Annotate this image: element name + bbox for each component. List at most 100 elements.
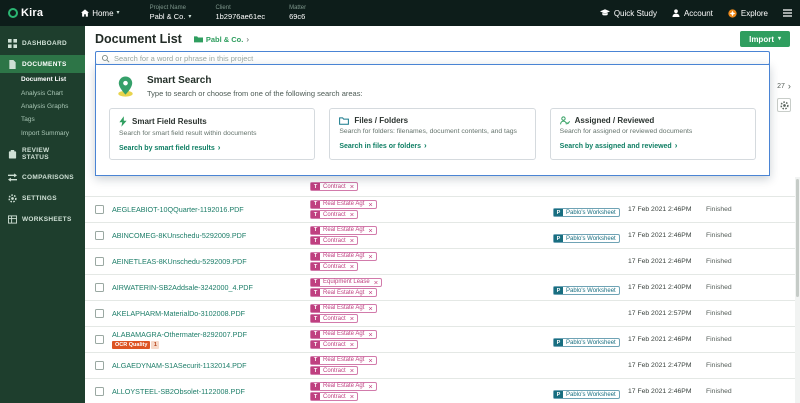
document-name-link[interactable]: AIRWATERIN-SB2Addsale-3242000_4.PDF: [112, 283, 310, 292]
files-folders-card[interactable]: Files / Folders Search for folders: file…: [329, 108, 535, 160]
chevron-down-icon: ▾: [188, 14, 191, 20]
tag-badge[interactable]: T Real Estate Agt ×: [310, 304, 377, 313]
tag-remove-icon[interactable]: ×: [350, 237, 354, 245]
tag-badge[interactable]: T Real Estate Agt ×: [310, 382, 377, 391]
sidebar-item-analysis-chart[interactable]: Analysis Chart: [0, 86, 85, 99]
tag-badge[interactable]: T Contract ×: [310, 392, 358, 401]
sidebar-item-documents[interactable]: DOCUMENTS: [0, 55, 85, 73]
tag-badge[interactable]: T Contract ×: [310, 182, 358, 191]
tag-badge[interactable]: T Real Estate Agt ×: [310, 226, 377, 235]
sidebar-item-dashboard[interactable]: DASHBOARD: [0, 34, 85, 52]
table-settings-button[interactable]: [777, 98, 791, 112]
tag-badge[interactable]: T Real Estate Agt ×: [310, 288, 377, 297]
search-by-smart-field-link[interactable]: Search by smart field results ›: [119, 144, 305, 152]
table-row: ABINCOMEG-8KUnschedu-5292009.PDF T Real …: [85, 223, 800, 249]
tag-remove-icon[interactable]: ×: [368, 201, 372, 209]
tag-remove-icon[interactable]: ×: [374, 279, 378, 287]
tag-badge[interactable]: T Contract ×: [310, 366, 358, 375]
tag-remove-icon[interactable]: ×: [350, 367, 354, 375]
tag-remove-icon[interactable]: ×: [368, 227, 372, 235]
search-by-assigned-link[interactable]: Search by assigned and reviewed ›: [560, 142, 746, 150]
sidebar-item-document-list[interactable]: Document List: [0, 73, 85, 86]
document-name-link[interactable]: ABINCOMEG-8KUnschedu-5292009.PDF: [112, 231, 310, 240]
ocr-quality-count: 1: [151, 341, 159, 349]
sidebar-item-review-status[interactable]: REVIEW STATUS: [0, 143, 85, 166]
tag-remove-icon[interactable]: ×: [368, 331, 372, 339]
row-checkbox[interactable]: [95, 335, 104, 344]
worksheet-badge[interactable]: P Pablo's Worksheet: [553, 234, 620, 243]
tag-remove-icon[interactable]: ×: [368, 383, 372, 391]
smart-field-results-card[interactable]: Smart Field Results Search for smart fie…: [109, 108, 315, 160]
tag-remove-icon[interactable]: ×: [368, 305, 372, 313]
tag-badge[interactable]: T Real Estate Agt ×: [310, 252, 377, 261]
assigned-reviewed-card[interactable]: Assigned / Reviewed Search for assigned …: [550, 108, 756, 160]
tag-remove-icon[interactable]: ×: [368, 253, 372, 261]
search-bar[interactable]: [95, 51, 770, 65]
sidebar-item-worksheets[interactable]: WORKSHEETS: [0, 211, 85, 229]
worksheet-badge[interactable]: P Pablo's Worksheet: [553, 390, 620, 399]
tag-badge[interactable]: T Contract ×: [310, 236, 358, 245]
tag-type-icon: T: [311, 263, 320, 270]
menu-button[interactable]: [783, 9, 792, 17]
home-menu[interactable]: Home ▾: [81, 9, 119, 18]
worksheet-badge[interactable]: P Pablo's Worksheet: [553, 208, 620, 217]
kira-logo[interactable]: Kira: [8, 7, 43, 19]
tag-remove-icon[interactable]: ×: [368, 357, 372, 365]
sidebar-item-settings[interactable]: SETTINGS: [0, 190, 85, 208]
ocr-quality-badge[interactable]: OCR Quality 1: [112, 341, 159, 349]
tag-badge[interactable]: T Real Estate Agt ×: [310, 330, 377, 339]
tag-remove-icon[interactable]: ×: [350, 183, 354, 191]
clipboard-icon: [8, 150, 17, 159]
document-name-link[interactable]: AEINETLEAS-8KUnschedu-5292009.PDF: [112, 257, 310, 266]
tag-remove-icon[interactable]: ×: [350, 393, 354, 401]
tag-remove-icon[interactable]: ×: [368, 289, 372, 297]
explore-button[interactable]: Explore: [728, 9, 768, 18]
document-name-link[interactable]: AEGLEABIOT-10QQuarter-1192016.PDF: [112, 205, 310, 214]
row-checkbox[interactable]: [95, 205, 104, 214]
tag-badge[interactable]: T Contract ×: [310, 340, 358, 349]
sidebar-item-comparisons[interactable]: COMPARISONS: [0, 169, 85, 187]
row-checkbox[interactable]: [95, 361, 104, 370]
tag-badge[interactable]: T Contract ×: [310, 314, 358, 323]
tag-remove-icon[interactable]: ×: [350, 341, 354, 349]
document-name-link[interactable]: ALGAEDYNAM-S1ASecurit-1132014.PDF: [112, 361, 310, 370]
sidebar-item-import-summary[interactable]: Import Summary: [0, 127, 85, 140]
tag-badge[interactable]: T Contract ×: [310, 210, 358, 219]
worksheet-badge[interactable]: P Pablo's Worksheet: [553, 338, 620, 347]
project-switcher[interactable]: Project Name Pabl & Co. ▾: [150, 5, 192, 22]
tag-badge[interactable]: T Contract ×: [310, 262, 358, 271]
dashboard-icon: [8, 39, 17, 48]
card-description: Search for smart field result within doc…: [119, 130, 305, 137]
row-checkbox[interactable]: [95, 387, 104, 396]
document-name-link[interactable]: ALABAMAGRA-Othermater-8292007.PDF: [112, 330, 310, 339]
row-date: 17 Feb 2021 2:46PM: [628, 258, 706, 265]
tag-badge[interactable]: T Real Estate Agt ×: [310, 356, 377, 365]
sidebar-worksheets-label: WORKSHEETS: [22, 216, 72, 223]
account-button[interactable]: Account: [672, 9, 713, 18]
quick-study-button[interactable]: Quick Study: [600, 9, 657, 18]
breadcrumb[interactable]: Pabl & Co. ›: [194, 35, 249, 44]
tag-remove-icon[interactable]: ×: [350, 315, 354, 323]
row-checkbox[interactable]: [95, 283, 104, 292]
row-status: Finished: [706, 284, 800, 291]
search-input[interactable]: [114, 54, 764, 63]
tag-badge[interactable]: T Real Estate Agt ×: [310, 200, 377, 209]
vertical-scrollbar[interactable]: [795, 177, 800, 403]
row-checkbox[interactable]: [95, 309, 104, 318]
tag-remove-icon[interactable]: ×: [350, 263, 354, 271]
sidebar-item-analysis-graphs[interactable]: Analysis Graphs: [0, 100, 85, 113]
tag-list: T Real Estate Agt × T Contract ×: [310, 200, 553, 220]
next-page-button[interactable]: ›: [788, 82, 791, 91]
row-checkbox[interactable]: [95, 257, 104, 266]
search-in-files-link[interactable]: Search in files or folders ›: [339, 142, 525, 150]
row-checkbox[interactable]: [95, 231, 104, 240]
worksheet-badge[interactable]: P Pablo's Worksheet: [553, 286, 620, 295]
tag-badge[interactable]: T Equipment Lease ×: [310, 278, 382, 287]
document-name-link[interactable]: ALLOYSTEEL-SB2Obsolet-1122008.PDF: [112, 387, 310, 396]
sidebar-item-tags[interactable]: Tags: [0, 113, 85, 126]
name-cell: ABINCOMEG-8KUnschedu-5292009.PDF: [112, 231, 310, 240]
tag-remove-icon[interactable]: ×: [350, 211, 354, 219]
scrollbar-thumb[interactable]: [796, 179, 799, 297]
import-button[interactable]: Import ▾: [740, 31, 790, 47]
document-name-link[interactable]: AKELAPHARM-MaterialDo-3102008.PDF: [112, 309, 310, 318]
